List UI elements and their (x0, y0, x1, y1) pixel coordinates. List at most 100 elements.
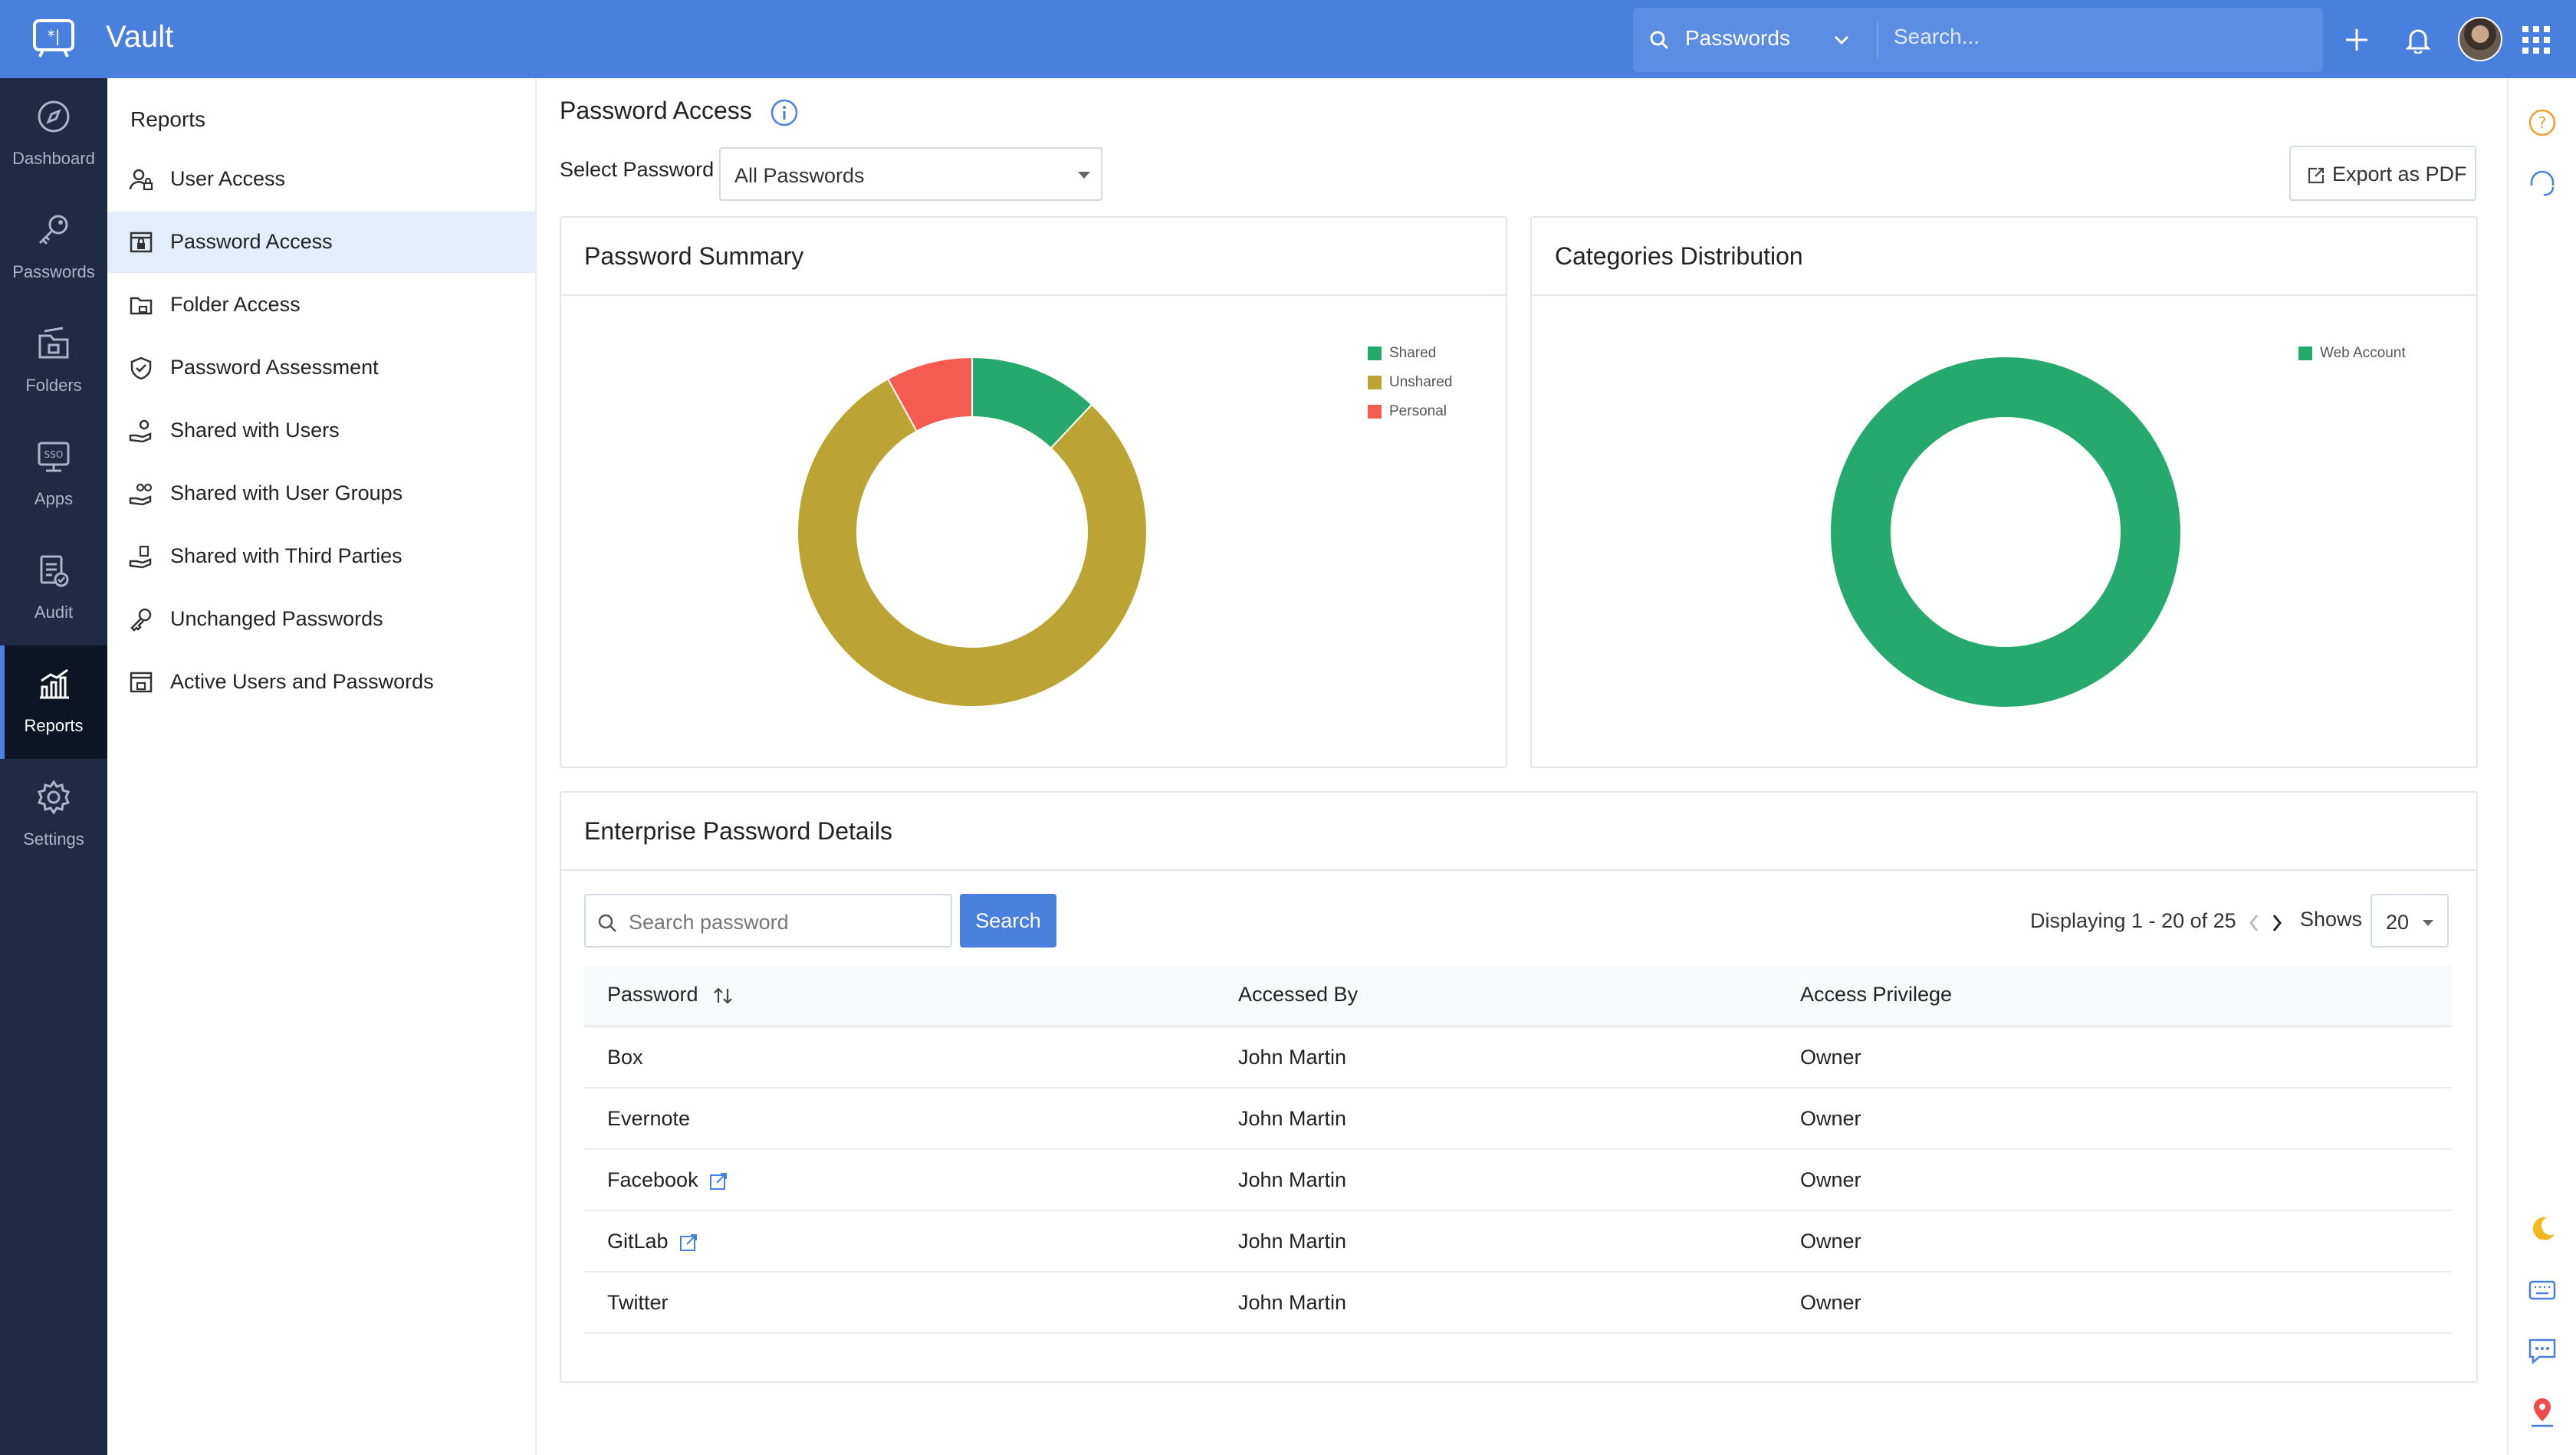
subnav-item-label: Folder Access (170, 293, 301, 316)
subnav-item-shared-with-user-groups[interactable]: Shared with User Groups (107, 463, 535, 524)
search-divider (1877, 21, 1878, 58)
shows-label: Shows (2300, 908, 2363, 931)
search-input[interactable]: Search... (1894, 25, 1980, 49)
vault-logo-icon[interactable]: *| (32, 18, 75, 58)
table-row[interactable]: GitLab John Martin Owner (584, 1211, 2452, 1273)
subnav-item-label: Shared with Users (170, 419, 340, 442)
legend-item-shared[interactable]: Shared (1368, 345, 1452, 374)
search-scope-dropdown[interactable]: Passwords (1633, 8, 1878, 72)
shield-check-icon (130, 356, 152, 380)
donut-slice-web-account[interactable] (1831, 357, 2180, 707)
svg-text:SSO: SSO (44, 449, 64, 460)
main-content: Password Access Select Password All Pass… (537, 78, 2507, 1455)
page-size-value: 20 (2386, 911, 2410, 934)
page-size-dropdown[interactable]: 20 (2371, 894, 2449, 948)
column-header-accessed-by: Accessed By (1238, 983, 1359, 1006)
chat-icon[interactable] (2527, 1335, 2558, 1370)
table-row[interactable]: Box John Martin Owner (584, 1027, 2452, 1089)
legend-item-web-account[interactable]: Web Account (2298, 345, 2406, 374)
folder-icon (38, 327, 69, 359)
sort-icon[interactable] (711, 986, 734, 1006)
categories-distribution-card: Categories Distribution Web Account (1530, 216, 2478, 768)
audit-icon (40, 555, 69, 587)
rail-item-audit[interactable]: Audit (0, 532, 107, 645)
subnav-item-password-assessment[interactable]: Password Assessment (107, 337, 535, 399)
cell-privilege: Owner (1800, 1168, 1861, 1191)
search-icon (598, 914, 616, 932)
table-row[interactable]: Twitter John Martin Owner (584, 1273, 2452, 1334)
cell-privilege: Owner (1800, 1291, 1861, 1314)
subnav-item-active-users-and-passwords[interactable]: Active Users and Passwords (107, 652, 535, 713)
rail-item-passwords[interactable]: Passwords (0, 192, 107, 305)
app-title: Vault (106, 20, 174, 54)
rail-item-label: Apps (34, 489, 74, 508)
folder-lock-icon (130, 297, 153, 315)
chevron-left-icon[interactable] (2246, 912, 2262, 938)
active-users-icon (130, 672, 153, 693)
table-row[interactable]: Evernote John Martin Owner (584, 1089, 2452, 1150)
subnav-item-label: User Access (170, 167, 286, 190)
bell-icon[interactable] (2405, 26, 2431, 57)
chart-icon (40, 668, 69, 699)
search-icon (1648, 29, 1670, 54)
card-header: Password Summary (561, 218, 1506, 296)
user-avatar[interactable] (2458, 17, 2502, 61)
rail-item-label: Settings (23, 829, 84, 849)
cell-password: Twitter (607, 1291, 669, 1314)
hand-group-icon (129, 483, 153, 506)
add-icon[interactable] (2343, 26, 2371, 57)
export-pdf-button[interactable]: Export as PDF (2289, 146, 2476, 201)
legend-label: Unshared (1389, 374, 1453, 390)
card-title: Password Summary (584, 242, 804, 270)
subnav-item-label: Shared with User Groups (170, 481, 403, 504)
location-pin-icon[interactable] (2527, 1395, 2558, 1433)
legend-swatch (1368, 405, 1382, 419)
select-password-dropdown[interactable]: All Passwords (719, 147, 1102, 201)
key-icon (38, 215, 68, 245)
keyboard-icon[interactable] (2527, 1274, 2558, 1309)
sso-monitor-icon: SSO (38, 442, 70, 472)
subnav-item-unchanged-passwords[interactable]: Unchanged Passwords (107, 589, 535, 650)
table-row[interactable]: Facebook John Martin Owner (584, 1150, 2452, 1211)
card-header: Categories Distribution (1532, 218, 2476, 296)
column-header-label: Password (607, 983, 698, 1006)
info-icon[interactable] (770, 98, 799, 131)
svg-text:?: ? (2538, 113, 2547, 132)
search-button[interactable]: Search (960, 894, 1056, 948)
chevron-right-icon[interactable] (2269, 912, 2285, 938)
select-password-label: Select Password (560, 158, 715, 181)
subnav-item-shared-with-users[interactable]: Shared with Users (107, 400, 535, 461)
subnav-item-user-access[interactable]: User Access (107, 149, 535, 210)
cell-privilege: Owner (1800, 1046, 1861, 1069)
export-pdf-label: Export as PDF (2332, 163, 2467, 186)
moon-icon[interactable] (2527, 1213, 2558, 1247)
legend-item-personal[interactable]: Personal (1368, 403, 1452, 432)
rail-item-label: Audit (34, 603, 74, 622)
subnav-item-folder-access[interactable]: Folder Access (107, 274, 535, 336)
donut-slice-unshared[interactable] (797, 377, 1148, 708)
rail-item-apps[interactable]: SSO Apps (0, 419, 107, 532)
page-title: Password Access (560, 97, 752, 124)
caret-down-icon (1078, 172, 1090, 179)
rail-item-settings[interactable]: Settings (0, 759, 107, 872)
gear-icon (37, 780, 71, 815)
rail-item-dashboard[interactable]: Dashboard (0, 78, 107, 192)
legend-label: Shared (1389, 345, 1437, 361)
external-link-icon[interactable] (708, 1171, 728, 1191)
help-icon[interactable]: ? (2527, 107, 2558, 142)
left-rail: Dashboard Passwords Folders SSO Apps Aud… (0, 78, 107, 1455)
top-header: *| Vault Passwords Search... (0, 0, 2576, 78)
app-grid-icon[interactable] (2522, 26, 2550, 57)
subnav-item-shared-with-third-parties[interactable]: Shared with Third Parties (107, 526, 535, 587)
legend-swatch (2298, 347, 2312, 360)
rail-item-reports[interactable]: Reports (0, 645, 107, 759)
external-link-icon[interactable] (678, 1233, 698, 1253)
subnav-item-password-access[interactable]: Password Access (107, 212, 535, 273)
rail-item-folders[interactable]: Folders (0, 305, 107, 419)
legend-label: Personal (1389, 403, 1447, 419)
column-header-password[interactable]: Password (607, 983, 734, 1007)
export-icon (2308, 167, 2325, 184)
legend-item-unshared[interactable]: Unshared (1368, 374, 1452, 403)
password-search-input[interactable]: Search password (584, 894, 952, 948)
support-headset-icon[interactable] (2527, 169, 2558, 203)
